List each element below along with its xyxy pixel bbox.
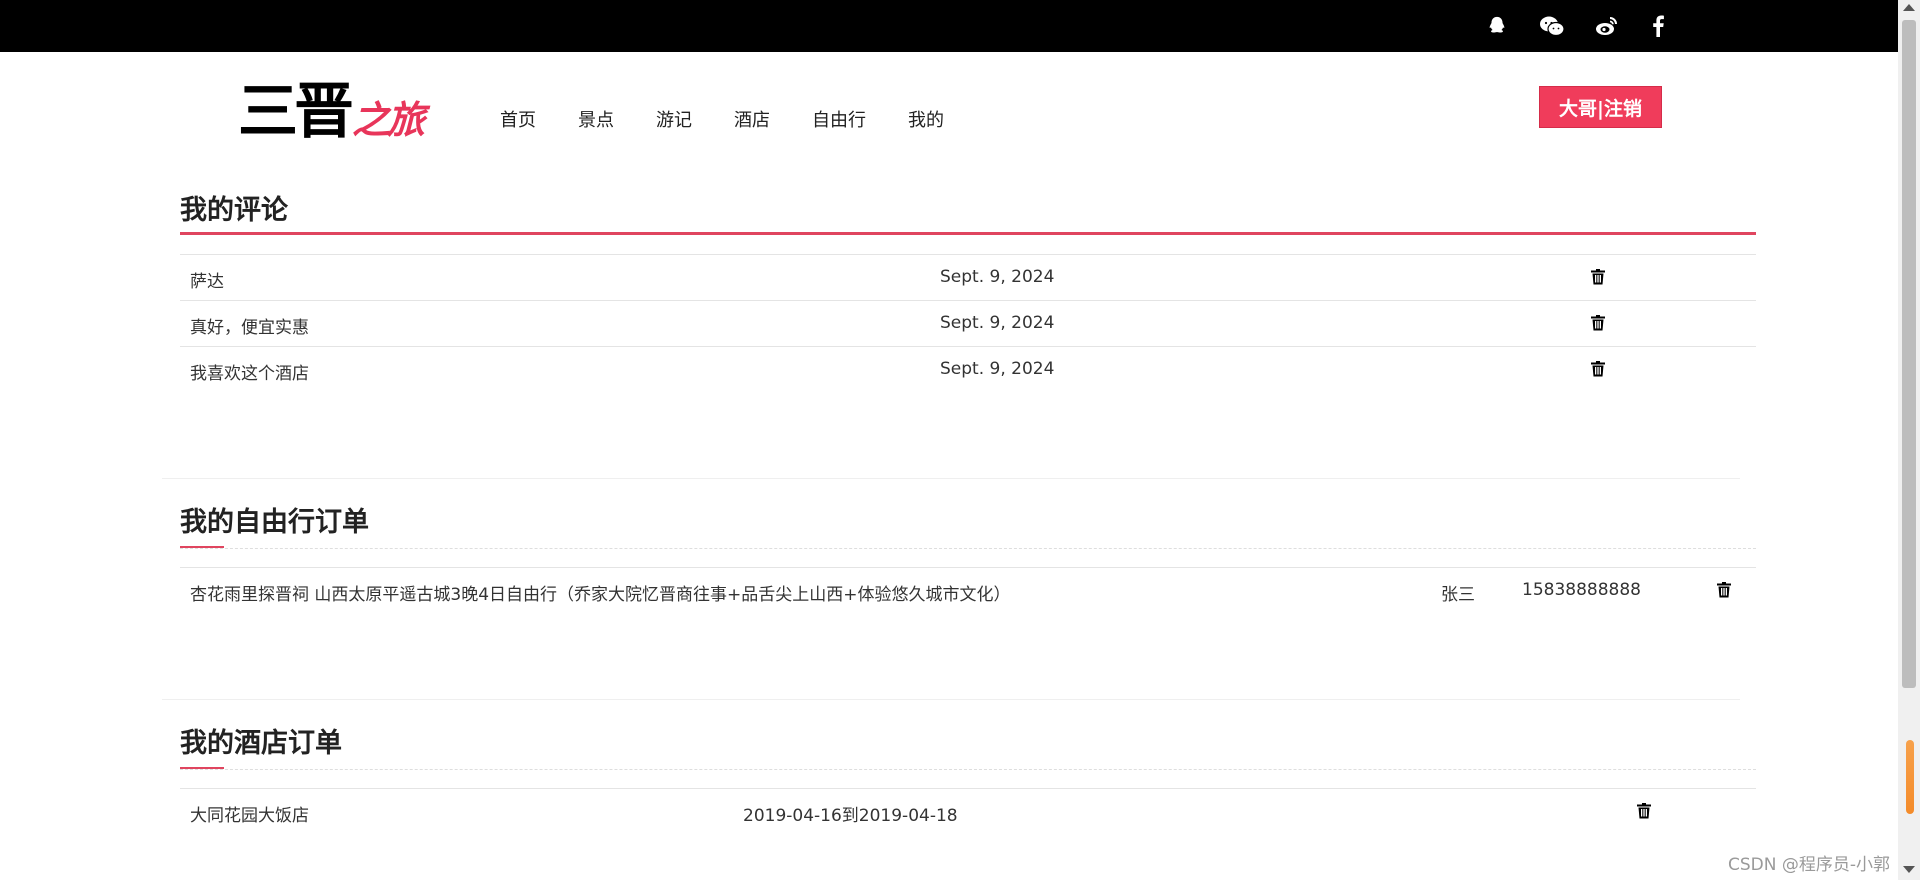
scroll-up-arrow-icon[interactable]	[1903, 4, 1915, 11]
trash-icon[interactable]	[1591, 269, 1605, 285]
main-nav: 首页 景点 游记 酒店 自由行 我的	[500, 106, 986, 132]
section-separator	[162, 478, 1740, 479]
comment-date: Sept. 9, 2024	[940, 267, 1055, 287]
logout-button[interactable]: 大哥|注销	[1539, 86, 1662, 128]
scrollbar-thumb[interactable]	[1902, 20, 1916, 688]
trash-icon[interactable]	[1717, 582, 1731, 598]
row-divider	[180, 567, 1756, 568]
row-divider	[180, 254, 1756, 255]
scroll-down-arrow-icon[interactable]	[1903, 866, 1915, 873]
row-divider	[180, 788, 1756, 789]
comment-text: 萨达	[190, 272, 224, 292]
trip-orders-accent	[180, 546, 224, 548]
trip-order-phone: 15838888888	[1522, 580, 1641, 600]
trip-orders-title: 我的自由行订单	[180, 507, 369, 538]
row-divider	[180, 300, 1756, 301]
nav-home[interactable]: 首页	[500, 106, 536, 132]
trash-icon[interactable]	[1591, 361, 1605, 377]
trip-orders-divider	[180, 548, 1756, 549]
nav-mine[interactable]: 我的	[908, 106, 944, 132]
nav-travel-notes[interactable]: 游记	[656, 106, 692, 132]
comments-divider	[180, 232, 1756, 235]
comment-text: 真好，便宜实惠	[190, 318, 309, 338]
hotel-orders-accent	[180, 767, 224, 769]
watermark: CSDN @程序员-小郭	[1728, 855, 1891, 875]
comment-date: Sept. 9, 2024	[940, 313, 1055, 333]
nav-hotels[interactable]: 酒店	[734, 106, 770, 132]
comments-title: 我的评论	[180, 195, 288, 226]
comment-date: Sept. 9, 2024	[940, 359, 1055, 379]
hotel-orders-divider	[180, 769, 1756, 770]
scroll-indicator	[1906, 740, 1914, 814]
site-logo[interactable]: 三晋 之旅	[238, 77, 425, 147]
logo-main-text: 三晋	[238, 77, 354, 147]
comment-text: 我喜欢这个酒店	[190, 364, 309, 384]
nav-independent-travel[interactable]: 自由行	[812, 106, 866, 132]
section-separator	[162, 699, 1740, 700]
weibo-icon[interactable]	[1594, 13, 1620, 39]
trash-icon[interactable]	[1637, 803, 1651, 819]
hotel-order-name: 大同花园大饭店	[190, 806, 309, 826]
trip-order-person: 张三	[1441, 585, 1475, 605]
facebook-icon[interactable]	[1645, 13, 1671, 39]
hotel-order-dates: 2019-04-16到2019-04-18	[743, 806, 958, 826]
logo-sub-text: 之旅	[352, 98, 425, 142]
trip-order-name: 杏花雨里探晋祠 山西太原平遥古城3晚4日自由行（乔家大院忆晋商往事+品舌尖上山西…	[190, 585, 1011, 605]
hotel-orders-title: 我的酒店订单	[180, 728, 342, 759]
trash-icon[interactable]	[1591, 315, 1605, 331]
row-divider	[180, 346, 1756, 347]
nav-attractions[interactable]: 景点	[578, 106, 614, 132]
wechat-icon[interactable]	[1539, 13, 1565, 39]
qq-icon[interactable]	[1484, 13, 1510, 39]
